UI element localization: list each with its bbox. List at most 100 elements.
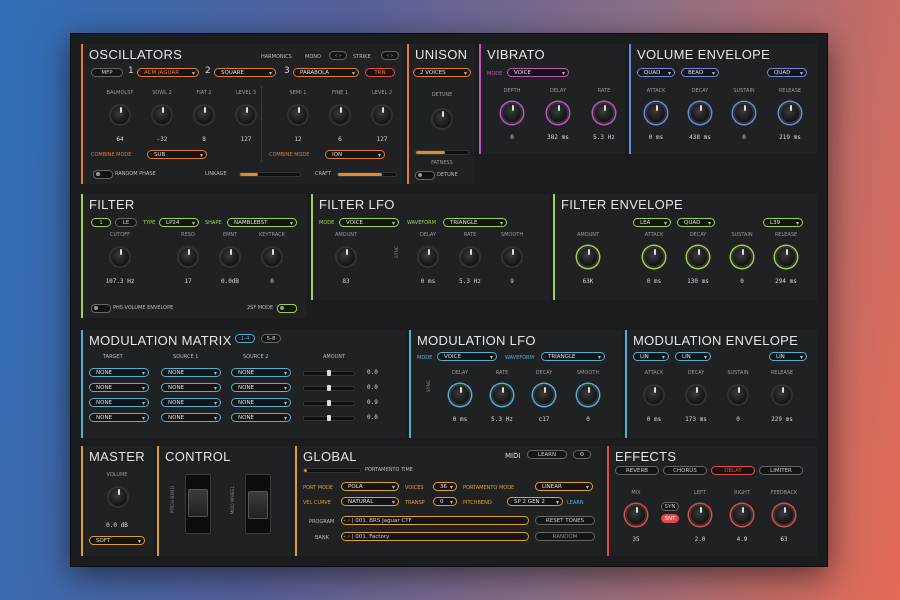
knob-decay[interactable] <box>687 246 709 268</box>
knob-sustain[interactable] <box>731 246 753 268</box>
knob-attack[interactable] <box>643 246 665 268</box>
osc2-wave-dropdown[interactable]: SQUARE <box>214 68 276 77</box>
modmatrix-src2-dropdown[interactable]: NONE <box>231 398 291 407</box>
knob-feedback[interactable] <box>773 504 795 526</box>
vibrato-mode-dropdown[interactable]: VOICE <box>507 68 569 77</box>
modmatrix-target-dropdown[interactable]: NONE <box>89 398 149 407</box>
combine-mode-1-dropdown[interactable]: SUB <box>147 150 207 159</box>
fx-sync-button[interactable]: SNT <box>661 514 679 523</box>
reset-tones-button[interactable]: RESET TONES <box>535 516 595 525</box>
osc3-wave-dropdown[interactable]: PARABOLA <box>293 68 359 77</box>
knob-amount[interactable] <box>335 246 357 268</box>
modmatrix-src1-dropdown[interactable]: NONE <box>161 383 221 392</box>
fenv-curve-3-dropdown[interactable]: L39 <box>763 218 803 227</box>
knob-reso[interactable] <box>177 246 199 268</box>
craft-slider[interactable] <box>337 172 397 177</box>
modmatrix-page-2-button[interactable]: 5-8 <box>261 334 281 343</box>
portamento-slider[interactable] <box>303 468 361 473</box>
knob-amount[interactable] <box>577 246 599 268</box>
knob-release[interactable] <box>775 246 797 268</box>
slider-thumb[interactable] <box>327 370 331 376</box>
fx-delay-button[interactable]: DELAY <box>711 466 755 475</box>
knob-fine-1[interactable] <box>329 104 351 126</box>
modmatrix-src1-dropdown[interactable]: NONE <box>161 398 221 407</box>
modmatrix-src1-dropdown[interactable]: NONE <box>161 413 221 422</box>
knob-smooth[interactable] <box>501 246 523 268</box>
bank-selector[interactable]: ‹ › | 001. Factory <box>341 532 529 541</box>
filter-shape-dropdown[interactable]: NAMBLEBST <box>227 218 297 227</box>
filter-mode-toggle[interactable] <box>277 304 297 313</box>
knob-level-3[interactable] <box>235 104 257 126</box>
program-selector[interactable]: ‹ › | 001. BRS Jaguar CTF <box>341 516 529 525</box>
midi-learn-button[interactable]: LEARN <box>527 450 567 459</box>
fenv-curve-2-dropdown[interactable]: QUAD <box>677 218 715 227</box>
modlfo-mode-dropdown[interactable]: VOICE <box>437 352 497 361</box>
master-mode-dropdown[interactable]: SOFT <box>89 536 145 545</box>
mono-toggle[interactable]: ‹ › <box>329 51 347 60</box>
knob-balmolst[interactable] <box>109 104 131 126</box>
flfo-waveform-dropdown[interactable]: TRIANGLE <box>443 218 507 227</box>
knob-semi-1[interactable] <box>287 104 309 126</box>
knob-level-2[interactable] <box>371 104 393 126</box>
knob-right[interactable] <box>731 504 753 526</box>
volenv-curve-2-dropdown[interactable]: BEAD <box>681 68 719 77</box>
modmatrix-target-dropdown[interactable]: NONE <box>89 383 149 392</box>
knob-attack[interactable] <box>645 102 667 124</box>
knob-delay[interactable] <box>417 246 439 268</box>
knob-rate[interactable] <box>459 246 481 268</box>
slider-thumb[interactable] <box>327 415 331 421</box>
flfo-mode-dropdown[interactable]: VOICE <box>339 218 399 227</box>
slider-thumb[interactable] <box>327 385 331 391</box>
midi-settings-button[interactable]: ⚙ <box>573 450 591 459</box>
knob-rate[interactable] <box>593 102 615 124</box>
modlfo-waveform-dropdown[interactable]: TRIANGLE <box>541 352 605 361</box>
slider-thumb[interactable] <box>327 400 331 406</box>
strike-stepper[interactable]: ‹ › <box>381 51 399 60</box>
filter-env-toggle[interactable] <box>91 304 111 313</box>
bank-prev-next-icon[interactable]: ‹ › | <box>342 534 355 540</box>
knob-fiat-2[interactable] <box>193 104 215 126</box>
knob-attack[interactable] <box>643 384 665 406</box>
knob-decay[interactable] <box>533 384 555 406</box>
modenv-curve-1-dropdown[interactable]: LIN <box>633 352 669 361</box>
knob-release[interactable] <box>771 384 793 406</box>
knob-rate[interactable] <box>491 384 513 406</box>
program-prev-next-icon[interactable]: ‹ › | <box>342 518 355 524</box>
knob-cutoff[interactable] <box>109 246 131 268</box>
random-phase-toggle[interactable] <box>93 170 113 179</box>
random-button[interactable]: RANDOM <box>535 532 595 541</box>
portamento-mode-dropdown[interactable]: LINEAR <box>535 482 593 491</box>
knob-sowl-2[interactable] <box>151 104 173 126</box>
knob-delay[interactable] <box>547 102 569 124</box>
port-mode-dropdown[interactable]: POLA <box>341 482 399 491</box>
modenv-curve-2-dropdown[interactable]: LIN <box>675 352 711 361</box>
filter-type-dropdown[interactable]: LP24 <box>159 218 199 227</box>
volenv-curve-1-dropdown[interactable]: QUAD <box>637 68 675 77</box>
modmatrix-src2-dropdown[interactable]: NONE <box>231 413 291 422</box>
knob-release[interactable] <box>779 102 801 124</box>
combine-mode-2-dropdown[interactable]: ION <box>325 150 385 159</box>
knob-left[interactable] <box>689 504 711 526</box>
fx-syn-button[interactable]: SYN <box>661 502 679 511</box>
modmatrix-amount-slider[interactable] <box>303 400 355 406</box>
pitch-bend-wheel[interactable] <box>185 474 211 534</box>
fx-limiter-button[interactable]: LIMITER <box>759 466 803 475</box>
linkage-slider[interactable] <box>239 172 301 177</box>
knob-sustain[interactable] <box>727 384 749 406</box>
detune-knob[interactable] <box>431 108 453 130</box>
pitchbend-dropdown[interactable]: SP 2 GEN 2 <box>507 497 563 506</box>
transp-dropdown[interactable]: 0 <box>433 497 457 506</box>
fx-chorus-button[interactable]: CHORUS <box>663 466 707 475</box>
vel-curve-dropdown[interactable]: NATURAL <box>341 497 399 506</box>
knob-smooth[interactable] <box>577 384 599 406</box>
unison-voices-dropdown[interactable]: 2 VOICES <box>413 68 471 77</box>
knob-mix[interactable] <box>625 504 647 526</box>
mod-wheel[interactable] <box>245 474 271 534</box>
master-volume-knob[interactable] <box>107 486 129 508</box>
modmatrix-target-dropdown[interactable]: NONE <box>89 413 149 422</box>
voices-dropdown[interactable]: 36 <box>433 482 457 491</box>
knob-depth[interactable] <box>501 102 523 124</box>
knob-sustain[interactable] <box>733 102 755 124</box>
knob-emnt[interactable] <box>219 246 241 268</box>
modmatrix-src2-dropdown[interactable]: NONE <box>231 383 291 392</box>
